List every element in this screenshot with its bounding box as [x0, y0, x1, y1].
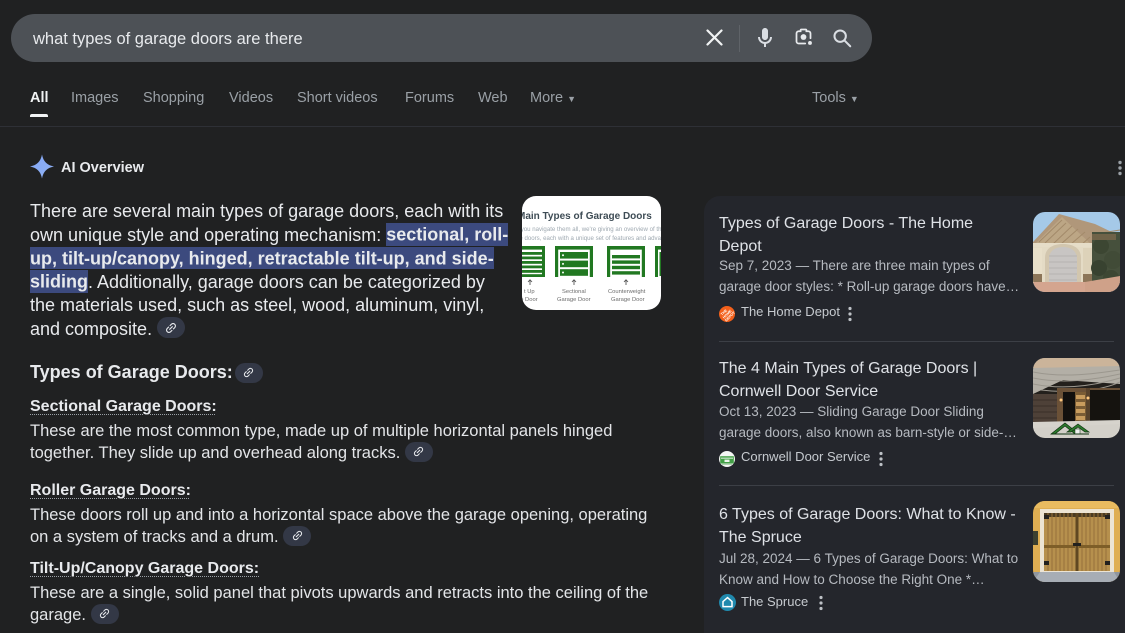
- svg-text:Garage Door: Garage Door: [611, 297, 645, 303]
- svg-text:Counterweight: Counterweight: [608, 289, 646, 295]
- svg-text:Garage Door: Garage Door: [557, 297, 591, 303]
- svg-text:Main Types of Garage Doors: Main Types of Garage Doors: [522, 211, 652, 222]
- svg-text:ge Door: ge Door: [522, 297, 538, 303]
- svg-text:t Up: t Up: [524, 289, 535, 295]
- svg-text:ge doors, each with a unique s: ge doors, each with a unique set of feat…: [522, 235, 661, 242]
- svg-text:y you navigate them all, we're: y you navigate them all, we're giving an…: [522, 226, 661, 233]
- svg-text:Sectional: Sectional: [562, 289, 586, 295]
